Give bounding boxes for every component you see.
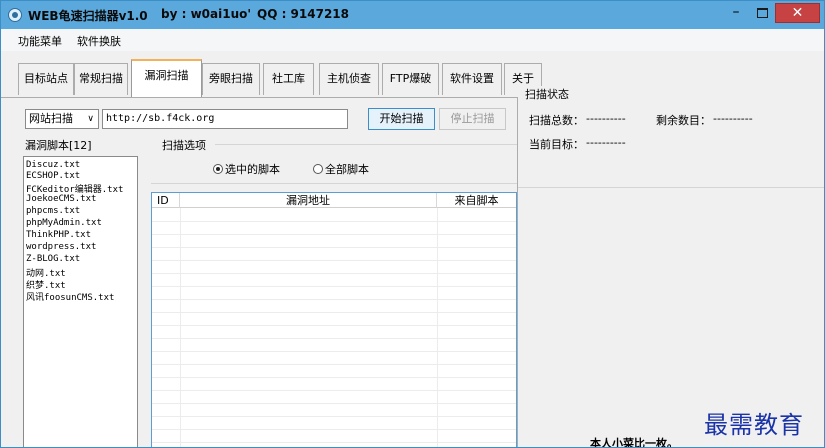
table-row xyxy=(152,325,516,326)
remaining-label: 剩余数目： xyxy=(656,114,711,127)
tab-ftp-brute[interactable]: FTP爆破 xyxy=(382,63,439,95)
table-row xyxy=(152,403,516,404)
table-row xyxy=(152,416,516,417)
minimize-button[interactable]: – xyxy=(723,3,749,23)
tab-vuln-scan[interactable]: 漏洞扫描 xyxy=(131,59,202,97)
list-item[interactable]: Z-BLOG.txt xyxy=(26,254,80,264)
start-scan-button[interactable]: 开始扫描 xyxy=(368,108,435,130)
app-window: WEB龟速扫描器v1.0 by : w0ai1uo' QQ : 9147218 … xyxy=(0,0,825,448)
menu-bar: 功能菜单 软件换肤 xyxy=(1,29,824,52)
title-bar[interactable]: WEB龟速扫描器v1.0 by : w0ai1uo' QQ : 9147218 … xyxy=(1,1,824,29)
tab-target-site[interactable]: 目标站点 xyxy=(18,63,74,95)
table-row xyxy=(152,221,516,222)
url-input[interactable]: http://sb.f4ck.org xyxy=(102,109,348,129)
column-header-id[interactable]: ID xyxy=(152,193,180,208)
table-row xyxy=(152,390,516,391)
table-row xyxy=(152,442,516,443)
tab-host-recon[interactable]: 主机侦查 xyxy=(319,63,379,95)
chevron-down-icon: ∨ xyxy=(87,114,94,124)
radio-selected-scripts[interactable]: 选中的脚本 xyxy=(213,161,280,177)
table-row xyxy=(152,351,516,352)
total-label: 扫描总数： xyxy=(529,114,584,127)
radio-checked-icon xyxy=(213,164,223,174)
divider xyxy=(518,187,824,188)
table-row xyxy=(152,364,516,365)
column-divider xyxy=(437,208,438,447)
table-row xyxy=(152,273,516,274)
results-table[interactable]: ID 漏洞地址 来自脚本 xyxy=(151,192,517,447)
column-header-source-script[interactable]: 来自脚本 xyxy=(437,193,516,208)
total-value: ---------- xyxy=(586,112,626,125)
table-row xyxy=(152,234,516,235)
author-label: by : w0ai1uo' xyxy=(161,7,252,21)
list-item[interactable]: ThinkPHP.txt xyxy=(26,230,91,240)
tab-strip: 目标站点 常规扫描 漏洞扫描 旁眼扫描 社工库 主机侦查 FTP爆破 软件设置 … xyxy=(1,51,824,97)
stop-scan-button[interactable]: 停止扫描 xyxy=(439,108,506,130)
table-row xyxy=(152,286,516,287)
list-item[interactable]: Discuz.txt xyxy=(26,160,80,170)
watermark: 最需教育 xyxy=(704,411,804,439)
radio-all-label: 全部脚本 xyxy=(325,163,369,176)
maximize-icon xyxy=(756,8,768,18)
options-header: 扫描选项 xyxy=(162,139,206,152)
radio-unchecked-icon xyxy=(313,164,323,174)
table-row xyxy=(152,377,516,378)
script-list[interactable]: Discuz.txt ECSHOP.txt FCKeditor编辑器.txt J… xyxy=(23,156,138,447)
divider xyxy=(517,97,518,447)
menu-item-skin[interactable]: 软件换肤 xyxy=(77,33,121,49)
table-row xyxy=(152,299,516,300)
status-header: 扫描状态 xyxy=(523,86,571,102)
list-item[interactable]: phpMyAdmin.txt xyxy=(26,218,102,228)
remaining-value: ---------- xyxy=(713,112,753,125)
list-item[interactable]: JoekoeCMS.txt xyxy=(26,194,96,204)
table-row xyxy=(152,260,516,261)
table-row xyxy=(152,312,516,313)
current-target-value: ---------- xyxy=(586,136,626,149)
current-target-label: 当前目标： xyxy=(529,138,584,151)
scan-mode-select[interactable]: 网站扫描 ∨ xyxy=(25,109,99,129)
tab-side-scan[interactable]: 旁眼扫描 xyxy=(202,63,260,95)
divider xyxy=(151,183,517,184)
tab-social-db[interactable]: 社工库 xyxy=(263,63,314,95)
scan-mode-value: 网站扫描 xyxy=(29,112,73,125)
menu-item-functions[interactable]: 功能菜单 xyxy=(18,33,62,49)
tab-settings[interactable]: 软件设置 xyxy=(442,63,502,95)
radio-selected-label: 选中的脚本 xyxy=(225,163,280,176)
radio-all-scripts[interactable]: 全部脚本 xyxy=(313,161,369,177)
maximize-button[interactable] xyxy=(749,3,775,23)
list-item[interactable]: 风讯foosunCMS.txt xyxy=(26,290,114,303)
divider xyxy=(215,144,517,145)
table-row xyxy=(152,247,516,248)
list-item[interactable]: wordpress.txt xyxy=(26,242,96,252)
list-item[interactable]: phpcms.txt xyxy=(26,206,80,216)
author-note: 本人小菜比一枚。 xyxy=(590,437,678,448)
app-logo-icon xyxy=(8,8,22,22)
list-item[interactable]: ECSHOP.txt xyxy=(26,171,80,181)
table-row xyxy=(152,429,516,430)
column-divider xyxy=(180,208,181,447)
table-row xyxy=(152,338,516,339)
close-button[interactable]: ✕ xyxy=(775,3,820,23)
tab-regular-scan[interactable]: 常规扫描 xyxy=(74,63,128,95)
column-header-vuln-url[interactable]: 漏洞地址 xyxy=(180,193,437,208)
window-title: WEB龟速扫描器v1.0 xyxy=(28,9,148,23)
qq-label: QQ : 9147218 xyxy=(257,7,350,21)
scripts-header: 漏洞脚本[12] xyxy=(25,139,92,152)
